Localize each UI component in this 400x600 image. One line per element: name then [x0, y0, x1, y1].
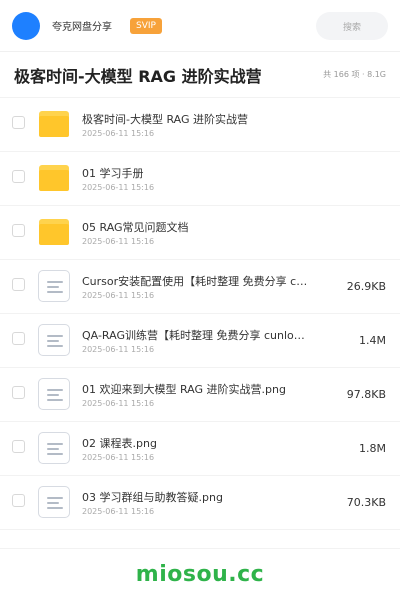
file-date: 2025-06-11 15:16	[82, 345, 155, 354]
file-row[interactable]: 01 学习手册 2025-06-11 15:16	[0, 152, 400, 206]
svip-badge: SVIP	[130, 17, 162, 34]
row-checkbox[interactable]	[12, 278, 25, 291]
file-name: Cursor安装配置使用【耗时整理 免费分享 cu…	[82, 275, 312, 288]
avatar[interactable]	[12, 11, 40, 40]
page-title: 极客时间-大模型 RAG 进阶实战营	[14, 66, 262, 86]
share-header: 夸克网盘分享 SVIP 搜索	[0, 0, 400, 52]
footer-watermark: miosou.cc	[0, 548, 400, 600]
folder-icon	[38, 162, 70, 194]
search-button[interactable]: 搜索	[316, 12, 388, 40]
document-icon	[38, 270, 70, 302]
file-name: 01 欢迎来到大模型 RAG 进阶实战营.png	[82, 383, 286, 396]
app-name: 夸克网盘分享	[52, 22, 112, 33]
file-name: 极客时间-大模型 RAG 进阶实战营	[82, 113, 249, 126]
watermark-text: miosou.cc	[135, 562, 265, 587]
file-size: 97.8KB	[346, 388, 386, 401]
document-icon	[38, 432, 70, 464]
row-checkbox[interactable]	[12, 170, 25, 183]
file-name: QA-RAG训练营【耗时整理 免费分享 cunlo…	[82, 329, 305, 342]
row-checkbox[interactable]	[12, 440, 25, 453]
file-date: 2025-06-11 15:16	[82, 183, 155, 192]
file-date: 2025-06-11 15:16	[82, 129, 155, 138]
file-row[interactable]: Cursor安装配置使用【耗时整理 免费分享 cu… 2025-06-11 15…	[0, 260, 400, 314]
file-list: 极客时间-大模型 RAG 进阶实战营 2025-06-11 15:16 01 学…	[0, 98, 400, 530]
file-date: 2025-06-11 15:16	[82, 291, 155, 300]
title-row: 极客时间-大模型 RAG 进阶实战营 共 166 项 · 8.1G	[0, 52, 400, 98]
document-icon	[38, 324, 70, 356]
search-label: 搜索	[342, 22, 361, 33]
folder-icon	[38, 216, 70, 248]
document-icon	[38, 486, 70, 518]
file-row[interactable]: 02 课程表.png 2025-06-11 15:16 1.8M	[0, 422, 400, 476]
file-size: 1.4M	[359, 334, 386, 347]
file-size: 1.8M	[359, 442, 386, 455]
file-date: 2025-06-11 15:16	[82, 453, 155, 462]
file-date: 2025-06-11 15:16	[82, 399, 155, 408]
file-size: 26.9KB	[346, 280, 386, 293]
row-checkbox[interactable]	[12, 494, 25, 507]
file-date: 2025-06-11 15:16	[82, 237, 155, 246]
file-date: 2025-06-11 15:16	[82, 507, 155, 516]
row-checkbox[interactable]	[12, 224, 25, 237]
file-row[interactable]: 03 学习群组与助教答疑.png 2025-06-11 15:16 70.3KB	[0, 476, 400, 530]
file-row[interactable]: 05 RAG常见问题文档 2025-06-11 15:16	[0, 206, 400, 260]
file-name: 03 学习群组与助教答疑.png	[82, 491, 223, 504]
file-name: 02 课程表.png	[82, 437, 157, 450]
row-checkbox[interactable]	[12, 386, 25, 399]
file-size: 70.3KB	[346, 496, 386, 509]
item-count-meta: 共 166 项 · 8.1G	[323, 70, 386, 79]
file-name: 05 RAG常见问题文档	[82, 221, 189, 234]
file-name: 01 学习手册	[82, 167, 144, 180]
folder-icon	[38, 108, 70, 140]
file-row[interactable]: QA-RAG训练营【耗时整理 免费分享 cunlo… 2025-06-11 15…	[0, 314, 400, 368]
document-icon	[38, 378, 70, 410]
row-checkbox[interactable]	[12, 116, 25, 129]
row-checkbox[interactable]	[12, 332, 25, 345]
file-row[interactable]: 01 欢迎来到大模型 RAG 进阶实战营.png 2025-06-11 15:1…	[0, 368, 400, 422]
file-row[interactable]: 极客时间-大模型 RAG 进阶实战营 2025-06-11 15:16	[0, 98, 400, 152]
